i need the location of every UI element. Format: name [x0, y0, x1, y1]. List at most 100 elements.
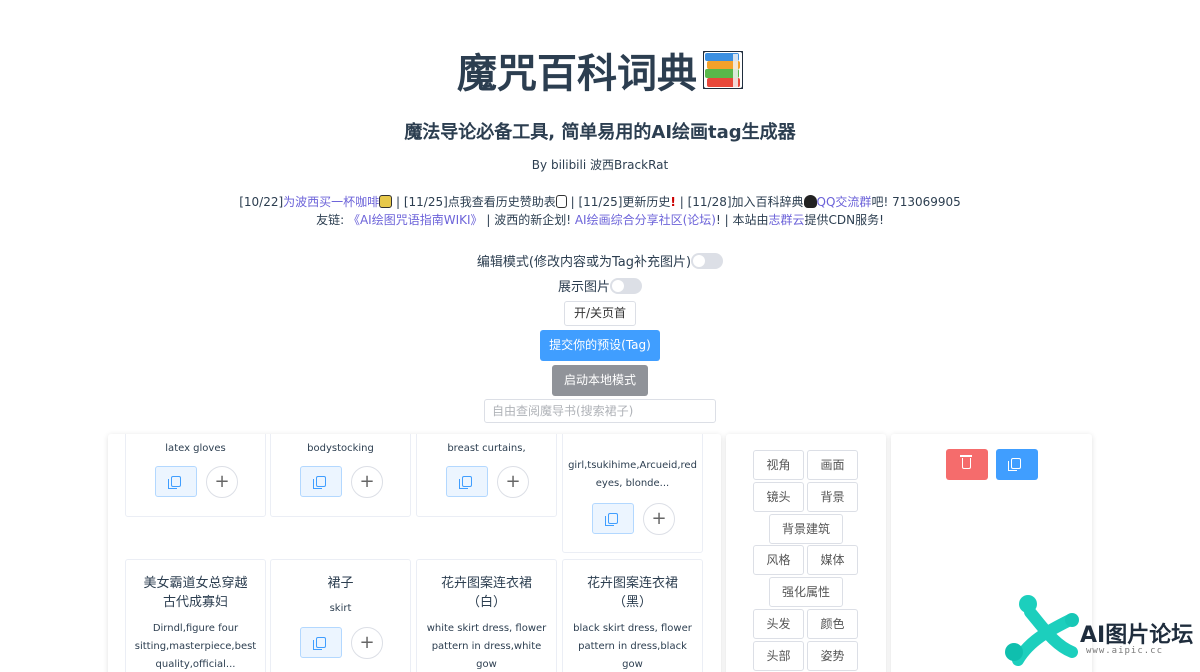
copy-icon: [459, 476, 472, 489]
category-button[interactable]: 镜头: [753, 482, 804, 512]
wiki-link[interactable]: 《AI绘图咒语指南WIKI》: [348, 213, 483, 227]
books-icon: [702, 50, 744, 102]
submit-preset-button[interactable]: 提交你的预设(Tag): [540, 330, 660, 361]
page-subtitle: 魔法导论必备工具, 简单易用的AI绘画tag生成器: [404, 122, 796, 143]
plus-icon: +: [505, 471, 521, 492]
plus-icon: +: [214, 471, 230, 492]
show-images-switch[interactable]: [610, 278, 642, 294]
card-tag-line: Dirndl,figure four: [152, 623, 239, 634]
category-button[interactable]: 视角: [753, 450, 804, 480]
card-name: 花卉图案连衣裙（黑）: [587, 576, 679, 610]
announcement-line-1: [10/22]为波西买一杯咖啡 | [11/25]点我查看历史赞助表 | [11…: [0, 193, 1200, 211]
card-tag-line: gow: [622, 659, 643, 670]
card-tag-line: pattern in dress,white: [431, 641, 542, 652]
plus-icon: +: [651, 508, 667, 529]
announce-text: | [11/25]点我查看历史赞助表: [392, 195, 556, 209]
announce-text: | [11/28]加入百科辞典: [675, 195, 804, 209]
card-name: 裙子: [327, 576, 354, 591]
announce-text: 吧! 713069905: [871, 195, 961, 209]
penguin-icon: [803, 195, 817, 208]
add-button[interactable]: +: [497, 466, 529, 498]
author-line: By bilibili 波西BrackRat: [531, 158, 669, 172]
tag-card[interactable]: 花卉图案连衣裙（白） white skirt dress, flower pat…: [416, 559, 557, 672]
toggle-header-button[interactable]: 开/关页首: [564, 301, 636, 326]
card-tag: latex gloves: [165, 443, 226, 454]
copy-button[interactable]: [300, 627, 342, 658]
announce-text: | [11/25]更新历史: [566, 195, 671, 209]
tag-card[interactable]: 花卉图案连衣裙（黑） black skirt dress, flower pat…: [562, 559, 703, 672]
card-tag-line: white skirt dress, flower: [426, 623, 547, 634]
announce-text: 提供CDN服务!: [804, 213, 884, 227]
card-tag-line: pattern in dress,black: [578, 641, 687, 652]
delete-button[interactable]: [946, 449, 988, 480]
plus-icon: +: [359, 471, 375, 492]
category-button[interactable]: 背景建筑: [769, 514, 843, 544]
category-panel: 视角 画面 镜头 背景 背景建筑 风格 媒体 强化属性 头发 颜色 头部 姿势: [726, 434, 886, 672]
watermark-text: AI图片论坛: [1080, 623, 1194, 648]
category-button[interactable]: 头部: [753, 641, 804, 671]
search-input[interactable]: 自由查阅魔导书(搜索裙子): [484, 399, 716, 423]
copy-button[interactable]: [300, 466, 342, 497]
announce-text: | 波西的新企划!: [482, 213, 575, 227]
qq-group-link[interactable]: QQ交流群: [817, 195, 872, 209]
card-tag: bodystocking: [307, 443, 374, 454]
card-tag-line: black skirt dress, flower: [573, 623, 692, 634]
local-mode-button[interactable]: 启动本地模式: [552, 365, 648, 396]
memo-icon: [555, 195, 567, 208]
category-button[interactable]: 颜色: [807, 609, 858, 639]
category-button[interactable]: 媒体: [807, 545, 858, 575]
trash-icon: [960, 455, 972, 469]
add-button[interactable]: +: [643, 503, 675, 535]
announce-text: 友链:: [316, 213, 348, 227]
coffee-link[interactable]: 为波西买一杯咖啡: [283, 195, 379, 209]
announcement-links: [10/22]为波西买一杯咖啡 | [11/25]点我查看历史赞助表 | [11…: [0, 193, 1200, 229]
copy-button[interactable]: [592, 503, 634, 534]
tag-card[interactable]: latex gloves +: [125, 434, 266, 517]
copy-icon: [313, 637, 326, 650]
category-button[interactable]: 强化属性: [769, 577, 843, 607]
copy-icon: [168, 476, 181, 489]
tag-card[interactable]: breast curtains, +: [416, 434, 557, 517]
show-images-label: 展示图片: [557, 280, 610, 295]
watermark-url: www.aipic.cc: [1086, 646, 1164, 656]
plus-icon: +: [359, 632, 375, 653]
tag-card[interactable]: bodystocking +: [270, 434, 411, 517]
category-button[interactable]: 姿势: [807, 641, 858, 671]
tag-cards-panel: latex gloves + bodystocking + breast cur…: [108, 434, 721, 672]
show-images-row: 展示图片: [0, 276, 1200, 295]
card-tag-line: gow: [476, 659, 497, 670]
card-name: 美女霸道女总穿越古代成寡妇: [143, 576, 248, 610]
category-button[interactable]: 风格: [753, 545, 804, 575]
announce-text: ! | 本站由: [715, 213, 769, 227]
tag-card[interactable]: 美女霸道女总穿越古代成寡妇 Dirndl,figure four sitting…: [125, 559, 266, 672]
copy-button[interactable]: [446, 466, 488, 497]
forum-link[interactable]: AI绘画综合分享社区(论坛): [575, 213, 716, 227]
add-button[interactable]: +: [351, 627, 383, 659]
copy-all-button[interactable]: [996, 449, 1038, 480]
edit-mode-switch[interactable]: [691, 253, 724, 269]
category-button[interactable]: 头发: [753, 609, 804, 639]
cdn-link[interactable]: 志群云: [768, 213, 804, 227]
card-tag-line: quality,official...: [155, 659, 236, 670]
page-title: 魔咒百科词典: [0, 48, 1200, 102]
tag-card[interactable]: 裙子 skirt +: [270, 559, 411, 672]
card-tag-line: sitting,masterpiece,best: [134, 641, 257, 652]
copy-icon: [1008, 458, 1021, 471]
add-button[interactable]: +: [206, 466, 238, 498]
tag-card[interactable]: girl,tsukihime,Arcueid,red eyes, blonde.…: [562, 434, 703, 553]
category-button[interactable]: 画面: [807, 450, 858, 480]
card-tag: skirt: [329, 603, 352, 614]
copy-icon: [313, 476, 326, 489]
edit-mode-label: 编辑模式(修改内容或为Tag补充图片): [476, 255, 692, 270]
card-name: 花卉图案连衣裙（白）: [441, 576, 533, 610]
copy-button[interactable]: [155, 466, 197, 497]
card-tag: breast curtains,: [447, 443, 526, 454]
category-button[interactable]: 背景: [807, 482, 858, 512]
page-title-text: 魔咒百科词典: [457, 51, 697, 97]
edit-mode-row: 编辑模式(修改内容或为Tag补充图片): [0, 251, 1200, 270]
card-tag-line: girl,tsukihime,Arcueid,red: [568, 460, 697, 471]
copy-icon: [605, 513, 618, 526]
announcement-line-2: 友链: 《AI绘图咒语指南WIKI》 | 波西的新企划! AI绘画综合分享社区(…: [0, 211, 1200, 229]
add-button[interactable]: +: [351, 466, 383, 498]
card-tag-line: eyes, blonde...: [595, 478, 670, 489]
